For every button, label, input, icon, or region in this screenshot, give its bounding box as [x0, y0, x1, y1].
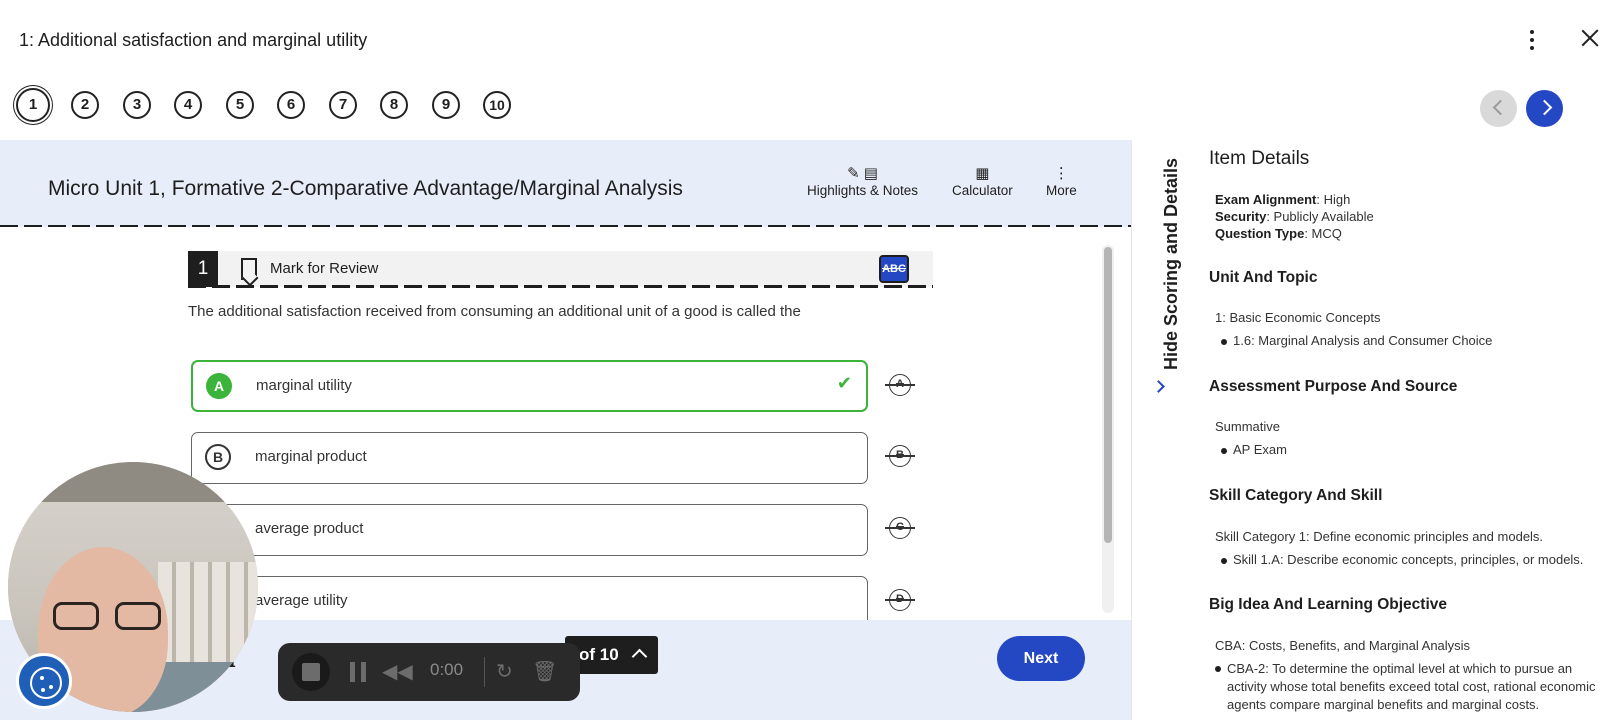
- skill-line: Skill Category 1: Define economic princi…: [1215, 529, 1544, 544]
- pager-text: of 10: [579, 645, 619, 664]
- question-nav-10[interactable]: 10: [483, 91, 511, 119]
- highlights-notes-label: Highlights & Notes: [807, 183, 919, 198]
- purpose-bullet: AP Exam: [1221, 442, 1287, 457]
- trash-icon[interactable]: 🗑: [532, 660, 557, 684]
- question-nav-7[interactable]: 7: [329, 91, 357, 119]
- unit-bullet: 1.6: Marginal Analysis and Consumer Choi…: [1221, 333, 1492, 348]
- stop-record-button[interactable]: [292, 653, 330, 691]
- unit-topic-heading: Unit And Topic: [1209, 269, 1318, 286]
- question-number: 1: [188, 251, 218, 287]
- unit-line: 1: Basic Economic Concepts: [1215, 310, 1381, 325]
- chevron-left-icon: [1492, 99, 1509, 116]
- chevron-up-icon: [631, 648, 648, 665]
- big-idea-line: CBA: Costs, Benefits, and Marginal Analy…: [1215, 638, 1471, 653]
- hide-scoring-toggle[interactable]: Hide Scoring and Details: [1143, 157, 1181, 400]
- question-nav-1[interactable]: 1: [16, 88, 50, 122]
- question-nav-2[interactable]: 2: [71, 91, 99, 119]
- hide-scoring-label: Hide Scoring and Details: [1161, 157, 1181, 370]
- question-bar: 1 Mark for Review ABC: [188, 251, 933, 287]
- checkmark-icon: ✔: [836, 373, 852, 393]
- eliminate-choice-c[interactable]: C: [885, 517, 915, 539]
- restart-icon[interactable]: ↻: [496, 660, 513, 684]
- assessment-header: Micro Unit 1, Formative 2-Comparative Ad…: [0, 140, 1131, 227]
- eliminate-choice-a[interactable]: A: [885, 374, 915, 396]
- panel-divider: [1131, 140, 1132, 720]
- choice-text: average utility: [255, 592, 348, 609]
- question-bar-divider: [188, 285, 933, 288]
- big-idea-bullet: CBA-2: To determine the optimal level at…: [1215, 660, 1611, 714]
- question-nav-9[interactable]: 9: [432, 91, 460, 119]
- answer-eliminator-toggle[interactable]: ABC: [879, 255, 909, 283]
- calculator-icon: ▦: [975, 165, 990, 182]
- recording-timer: 0:00: [430, 660, 464, 679]
- highlights-notes-button[interactable]: ✎ ▤ Highlights & Notes: [807, 165, 918, 198]
- security-value: : Publicly Available: [1266, 209, 1374, 224]
- choice-a[interactable]: A marginal utility ✔: [191, 360, 868, 412]
- rewind-icon[interactable]: ◀◀: [382, 660, 413, 684]
- calculator-label: Calculator: [952, 183, 1013, 198]
- next-question-nav-button[interactable]: [1526, 90, 1563, 127]
- purpose-bullet-text: AP Exam: [1233, 442, 1287, 457]
- more-label: More: [1046, 183, 1077, 198]
- exam-alignment: Exam Alignment: High: [1215, 192, 1350, 207]
- eliminate-choice-b[interactable]: B: [885, 445, 915, 467]
- close-icon[interactable]: [1578, 26, 1602, 50]
- choice-letter: A: [206, 373, 232, 399]
- question-nav-5[interactable]: 5: [226, 91, 254, 119]
- question-type-value: : MCQ: [1304, 226, 1342, 241]
- highlighter-notes-icon: ✎ ▤: [847, 165, 878, 182]
- security: Security: Publicly Available: [1215, 209, 1374, 224]
- question-nav-8[interactable]: 8: [380, 91, 408, 119]
- choice-text: marginal product: [255, 448, 367, 465]
- chevron-right-icon: [1536, 99, 1553, 116]
- scrollbar-thumb[interactable]: [1104, 247, 1112, 543]
- item-details-heading: Item Details: [1209, 148, 1310, 169]
- choice-text: average product: [255, 520, 364, 537]
- choice-c[interactable]: C average product: [191, 504, 868, 556]
- kebab-menu-icon[interactable]: [1520, 26, 1544, 54]
- next-button[interactable]: Next: [997, 636, 1085, 681]
- question-text: The additional satisfaction received fro…: [188, 303, 801, 320]
- question-nav-6[interactable]: 6: [277, 91, 305, 119]
- calculator-button[interactable]: ▦ Calculator: [952, 165, 1013, 198]
- eliminate-choice-d[interactable]: D: [885, 589, 915, 611]
- previous-question-button[interactable]: [1480, 90, 1517, 127]
- big-idea-heading: Big Idea And Learning Objective: [1209, 596, 1447, 613]
- question-nav-4[interactable]: 4: [174, 91, 202, 119]
- more-vertical-icon: ⋮: [1053, 165, 1069, 182]
- assessment-title: Micro Unit 1, Formative 2-Comparative Ad…: [48, 177, 683, 200]
- purpose-line: Summative: [1215, 419, 1281, 434]
- chevron-right-icon: [1152, 380, 1165, 393]
- webcam-glasses: [53, 602, 165, 634]
- question-nav-3[interactable]: 3: [123, 91, 151, 119]
- skill-heading: Skill Category And Skill: [1209, 487, 1383, 504]
- exam-alignment-label: Exam Alignment: [1215, 192, 1317, 207]
- choice-text: marginal utility: [256, 377, 352, 394]
- security-label: Security: [1215, 209, 1267, 224]
- question-type-label: Question Type: [1215, 226, 1305, 241]
- window-title: 1: Additional satisfaction and marginal …: [19, 30, 368, 50]
- cookie-settings-icon[interactable]: [16, 653, 72, 709]
- unit-bullet-text: 1.6: Marginal Analysis and Consumer Choi…: [1233, 333, 1493, 348]
- more-button[interactable]: ⋮ More: [1046, 165, 1077, 198]
- recorder-divider: [484, 657, 485, 687]
- recorder-toolbar: ◀◀ 0:00 ↻ 🗑: [278, 643, 580, 701]
- skill-bullet-text: Skill 1.A: Describe economic concepts, p…: [1233, 552, 1584, 567]
- big-idea-bullet-text: CBA-2: To determine the optimal level at…: [1227, 661, 1596, 712]
- mark-for-review-button[interactable]: Mark for Review: [270, 260, 378, 277]
- pause-icon[interactable]: [350, 662, 366, 682]
- choice-d[interactable]: D average utility: [191, 576, 868, 620]
- exam-alignment-value: : High: [1316, 192, 1351, 207]
- top-bar: 1: Additional satisfaction and marginal …: [0, 0, 1615, 80]
- webcam-ceiling: [8, 462, 258, 502]
- question-type: Question Type: MCQ: [1215, 226, 1342, 241]
- bookmark-icon[interactable]: [241, 258, 257, 280]
- purpose-heading: Assessment Purpose And Source: [1209, 378, 1458, 395]
- choice-b[interactable]: B marginal product: [191, 432, 868, 484]
- skill-bullet: Skill 1.A: Describe economic concepts, p…: [1221, 552, 1583, 567]
